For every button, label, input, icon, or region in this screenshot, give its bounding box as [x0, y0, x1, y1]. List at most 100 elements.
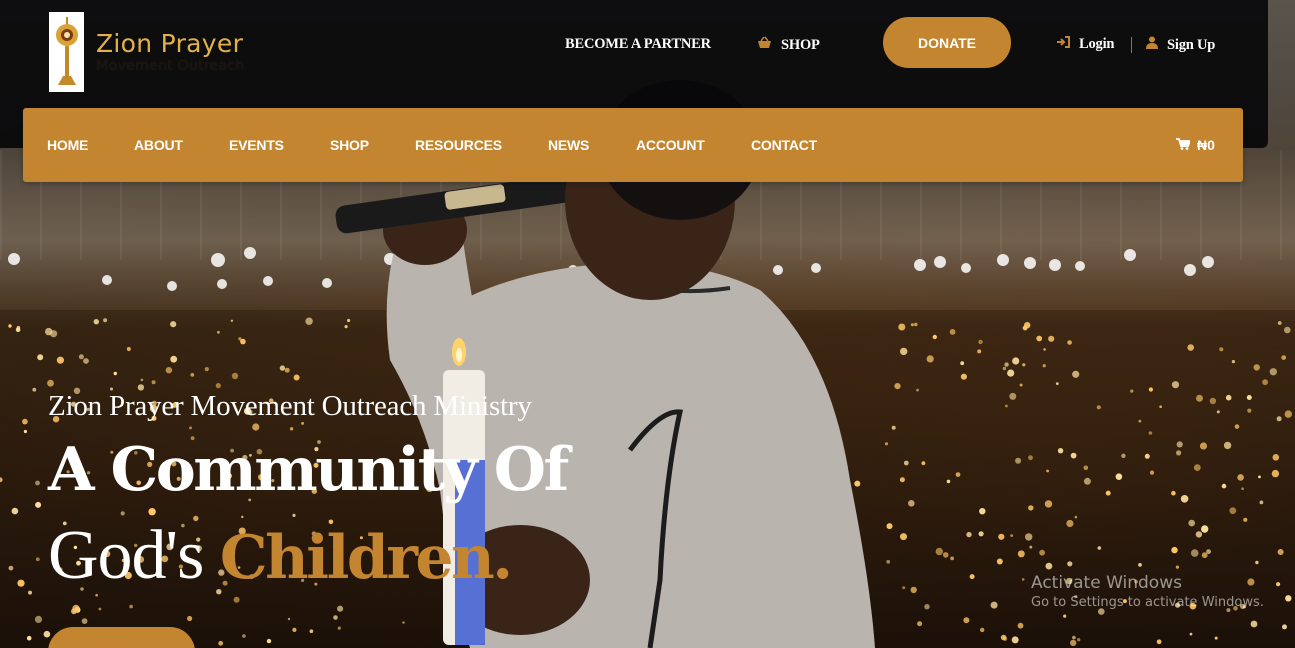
candle-light	[899, 477, 905, 483]
hero-headline-line1: A Community Of	[48, 435, 569, 505]
candle-light	[1055, 382, 1059, 385]
candle-light	[1083, 477, 1091, 485]
cart-total: ₦0	[1197, 137, 1215, 153]
candle-light	[233, 596, 240, 603]
candle-light	[1036, 335, 1043, 342]
candle-light	[1010, 534, 1014, 537]
candle-light	[1188, 519, 1195, 527]
candle-light	[1176, 450, 1182, 456]
candle-light	[1074, 515, 1078, 519]
candle-light	[1130, 389, 1134, 393]
candle-light	[35, 480, 40, 486]
candle-light	[284, 367, 290, 373]
nav-item-about[interactable]: ABOUT	[134, 137, 183, 153]
nav-item-resources[interactable]: RESOURCES	[415, 137, 502, 153]
candle-light	[81, 618, 88, 624]
candle-light	[946, 479, 951, 484]
nav-item-account[interactable]: ACCOUNT	[636, 137, 705, 153]
candle-light	[1255, 560, 1259, 565]
nav-item-home[interactable]: HOME	[47, 137, 88, 153]
hero-subtitle: Zion Prayer Movement Outreach Ministry	[48, 390, 532, 422]
candle-light	[113, 371, 118, 376]
candle-light	[955, 472, 961, 477]
candle-light	[204, 367, 209, 372]
candle-light	[1144, 453, 1150, 459]
candle-light	[126, 347, 131, 351]
candle-light	[1225, 394, 1232, 401]
nav-item-news[interactable]: NEWS	[548, 137, 589, 153]
candle-light	[903, 460, 909, 466]
cart-icon	[1176, 137, 1192, 153]
hero-headline-accent: Children.	[219, 523, 513, 593]
nav-item-contact[interactable]: CONTACT	[751, 137, 817, 153]
candle-light	[979, 508, 986, 515]
candle-light	[1028, 505, 1034, 511]
candle-light	[120, 511, 125, 516]
candle-light	[1121, 453, 1126, 458]
candle-light	[916, 388, 919, 392]
candle-light	[93, 319, 100, 325]
candle-light	[1284, 326, 1291, 334]
candle-light	[935, 547, 943, 556]
candle-light	[966, 531, 972, 538]
candle-light	[1271, 469, 1280, 478]
candle-light	[917, 621, 923, 627]
candle-light	[35, 557, 40, 562]
candle-light	[898, 323, 906, 331]
candle-light	[8, 565, 14, 571]
candle-light	[996, 558, 1003, 565]
candle-light	[960, 373, 968, 380]
candle-light	[309, 629, 314, 633]
logo-title: Zion Prayer	[96, 29, 244, 58]
nav-item-shop[interactable]: SHOP	[330, 137, 369, 153]
candle-light	[103, 318, 108, 323]
site-logo[interactable]: Zion Prayer Movement Outreach	[49, 12, 259, 92]
candle-light	[1148, 431, 1153, 435]
donate-button[interactable]: DONATE	[883, 17, 1011, 68]
candle-light	[8, 324, 12, 328]
candle-light	[1115, 473, 1123, 481]
candle-light	[305, 317, 313, 325]
candle-light	[15, 327, 21, 333]
shop-link[interactable]: SHOP	[757, 36, 820, 54]
candle-light	[1097, 546, 1102, 550]
watermark-title: Activate Windows	[1031, 573, 1182, 593]
become-partner-link[interactable]: BECOME A PARTNER	[565, 36, 711, 53]
nav-item-events[interactable]: EVENTS	[229, 137, 284, 153]
login-label: Login	[1079, 36, 1115, 52]
candle-light	[1063, 614, 1067, 618]
candle-light	[1019, 383, 1023, 387]
candle-light	[98, 607, 102, 611]
candle-light	[942, 552, 949, 558]
candle-light	[1017, 550, 1025, 558]
candle-light	[1193, 464, 1201, 471]
candle-light	[293, 374, 300, 381]
candle-light	[978, 339, 983, 345]
candle-light	[924, 604, 930, 610]
candle-light	[990, 601, 998, 609]
candle-light	[1044, 500, 1053, 508]
candle-light	[1199, 442, 1208, 450]
signup-link[interactable]: Sign Up	[1146, 36, 1215, 54]
cart-button[interactable]: ₦0	[1176, 137, 1215, 153]
candle-light	[1216, 410, 1220, 414]
candle-light	[1250, 620, 1258, 628]
hero-cta-button[interactable]	[48, 627, 195, 648]
candle-light	[1012, 357, 1020, 365]
candle-light	[926, 355, 934, 363]
candle-light	[1276, 416, 1282, 422]
candle-light	[37, 354, 44, 361]
candle-light	[1272, 454, 1280, 461]
candle-light	[1282, 624, 1287, 630]
candle-light	[960, 361, 965, 366]
candle-light	[1195, 531, 1203, 538]
candle-light	[1258, 475, 1261, 479]
candle-light	[231, 372, 239, 380]
candle-light	[50, 330, 58, 338]
candle-light	[1077, 638, 1081, 642]
candle-light	[22, 418, 28, 425]
candle-light	[1005, 404, 1008, 408]
login-link[interactable]: Login	[1056, 36, 1114, 53]
candle-light	[1253, 364, 1260, 371]
candle-light	[1070, 639, 1077, 647]
